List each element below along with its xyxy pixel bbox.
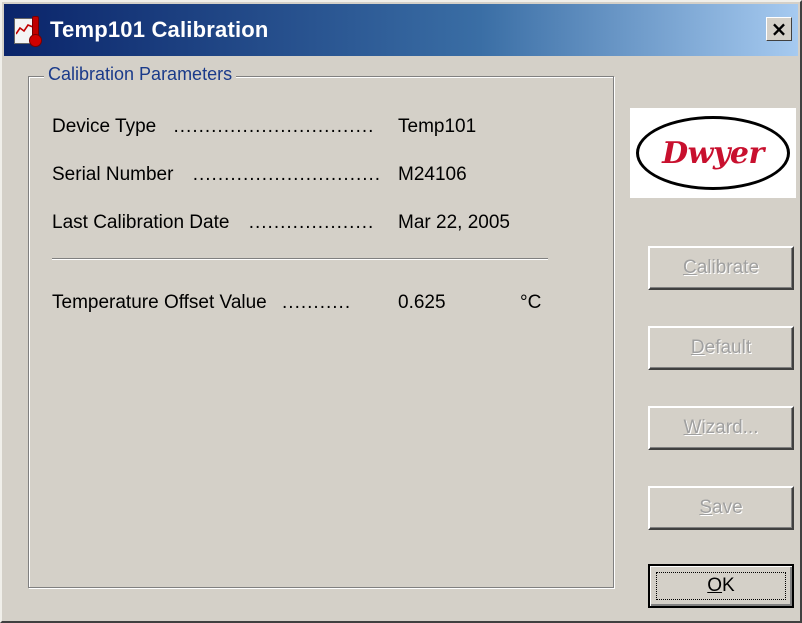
title-bar[interactable]: Temp101 Calibration × [4, 4, 798, 56]
temperature-offset-row: Temperature Offset Value ........... [52, 292, 351, 314]
calibrate-label-rest: alibrate [696, 257, 760, 278]
device-type-row: Device Type ............................… [52, 116, 374, 138]
wizard-mnemonic: W [683, 417, 702, 438]
separator-line [52, 258, 548, 260]
wizard-label-rest: izard... [701, 417, 759, 438]
last-calibration-value: Mar 22, 2005 [398, 212, 510, 233]
device-type-label: Device Type [52, 116, 157, 137]
focus-rectangle [656, 572, 786, 600]
calibrate-mnemonic: C [682, 257, 697, 278]
temperature-offset-label: Temperature Offset Value [52, 292, 267, 313]
logo-oval: Dwyer [636, 116, 790, 190]
close-button[interactable]: × [766, 17, 792, 41]
device-type-value: Temp101 [398, 116, 477, 137]
last-calibration-row: Last Calibration Date ..................… [52, 212, 374, 234]
last-calibration-label: Last Calibration Date [52, 212, 230, 233]
thermometer-chart-icon [12, 14, 44, 47]
calibrate-button[interactable]: Calibrate [648, 246, 794, 290]
default-mnemonic: D [690, 337, 705, 358]
wizard-button[interactable]: Wizard... [648, 406, 794, 450]
close-icon: × [770, 17, 788, 41]
window-title: Temp101 Calibration [50, 17, 269, 42]
calibration-parameters-group [28, 76, 614, 588]
dwyer-logo: Dwyer [630, 108, 796, 198]
save-label-rest: ave [712, 497, 743, 518]
serial-number-value: M24106 [398, 164, 467, 185]
group-legend: Calibration Parameters [44, 64, 237, 85]
temperature-offset-value: 0.625 [398, 292, 446, 313]
leader-dots: ........... [282, 292, 352, 313]
leader-dots: .............................. [192, 164, 382, 185]
temperature-unit: °C [520, 292, 542, 313]
leader-dots: ................................ [173, 116, 375, 137]
default-label-rest: efault [704, 337, 752, 358]
serial-number-row: Serial Number ..........................… [52, 164, 381, 186]
save-button[interactable]: Save [648, 486, 794, 530]
ok-button[interactable]: OK [648, 564, 794, 608]
logo-text: Dwyer [662, 135, 764, 171]
serial-number-label: Serial Number [52, 164, 174, 185]
leader-dots: .................... [248, 212, 375, 233]
save-mnemonic: S [699, 497, 713, 518]
default-button[interactable]: Default [648, 326, 794, 370]
